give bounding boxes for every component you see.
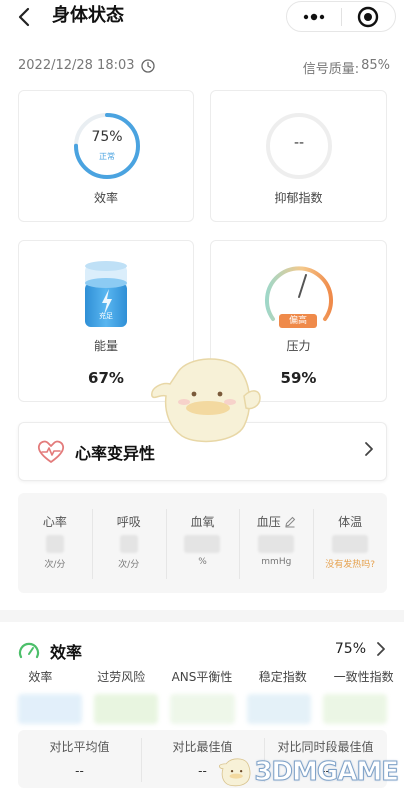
vital-name: 心率: [42, 515, 67, 529]
more-button[interactable]: [287, 2, 341, 31]
tab-efficiency[interactable]: 效率: [0, 668, 81, 685]
depression-card[interactable]: -- 抑郁指数: [210, 90, 387, 222]
vital-temperature[interactable]: 体温 没有发热吗?: [313, 493, 387, 593]
battery-icon: 充足: [83, 259, 129, 329]
blurred-chart: [94, 694, 159, 724]
tab-stability-index[interactable]: 稳定指数: [242, 668, 323, 685]
watermark-mascot-icon: [219, 758, 251, 787]
vital-name: 体温: [338, 515, 363, 529]
depression-ring: --: [264, 111, 334, 181]
vital-unit: mmHg: [261, 557, 292, 567]
gauge-icon: [18, 642, 40, 659]
watermark: 3DMGAME: [218, 752, 400, 792]
efficiency-status: 正常: [99, 152, 115, 161]
efficiency-label: 效率: [93, 191, 118, 205]
hidden-value: [184, 535, 221, 553]
blurred-mini-charts: [18, 694, 388, 724]
vitals-strip: 心率 次/分 呼吸 次/分 血氧 % 血压 mmHg 体温 没有发热吗?: [18, 493, 387, 593]
vital-blood-pressure[interactable]: 血压 mmHg: [239, 493, 313, 593]
mascot-sticker: [151, 358, 261, 443]
efficiency-panel-value: 75%: [334, 641, 366, 657]
blurred-chart: [246, 694, 311, 724]
tab-overwork-risk[interactable]: 过劳风险: [81, 668, 162, 685]
datetime-text: 2022/12/28 18:03: [18, 58, 135, 73]
signal-value: 85%: [361, 58, 390, 73]
chevron-left-icon: [18, 7, 30, 27]
vital-unit: %: [198, 557, 207, 567]
vital-heart-rate[interactable]: 心率 次/分: [18, 493, 92, 593]
hidden-value: [258, 535, 295, 553]
blurred-chart: [170, 694, 235, 724]
battery-tag: 充足: [99, 312, 113, 320]
chevron-right-icon: [365, 442, 373, 456]
vital-unit: 次/分: [44, 560, 66, 570]
vital-unit[interactable]: 没有发热吗?: [313, 557, 387, 570]
compare-average[interactable]: 对比平均值 --: [18, 730, 141, 788]
header-bar: 身体状态: [0, 0, 404, 34]
vital-blood-oxygen[interactable]: 血氧 %: [165, 493, 240, 593]
more-dots-icon: [303, 13, 325, 20]
top-area: 身体状态 2022/12/28 18:03 信号质量: 85% 75% 正常 效…: [0, 0, 404, 610]
depression-label: 抑郁指数: [274, 191, 323, 205]
hidden-value: [332, 535, 369, 553]
efficiency-ring-value: 75%: [91, 129, 123, 145]
vital-name: 呼吸: [116, 515, 141, 529]
efficiency-panel-title: 效率: [50, 643, 83, 662]
chevron-right-icon[interactable]: [376, 641, 386, 657]
mini-program-capsule: [286, 1, 396, 32]
depression-value: --: [293, 135, 305, 151]
signal-label: 信号质量:: [302, 62, 360, 77]
hidden-value: [119, 535, 138, 553]
clock-icon[interactable]: [140, 58, 155, 73]
close-mini-program-button[interactable]: [342, 2, 395, 31]
compare-title: 对比平均值: [49, 740, 110, 754]
blurred-chart: [322, 694, 388, 724]
vital-respiration[interactable]: 呼吸 次/分: [91, 493, 166, 593]
measurement-datetime: 2022/12/28 18:03: [18, 58, 155, 73]
signal-quality: 信号质量: 85%: [303, 58, 390, 77]
hidden-value: [45, 535, 64, 553]
page-title: 身体状态: [52, 5, 124, 26]
blurred-chart: [18, 694, 83, 724]
target-icon: [358, 6, 379, 27]
stress-badge: 偏高: [279, 314, 317, 328]
efficiency-tabs: 效率 过劳风险 ANS平衡性 稳定指数 一致性指数: [0, 668, 404, 685]
tab-ans-balance[interactable]: ANS平衡性: [162, 668, 243, 685]
efficiency-ring: 75% 正常: [72, 111, 142, 181]
efficiency-card[interactable]: 75% 正常 效率: [18, 90, 194, 222]
vital-name: 血压: [256, 515, 281, 529]
heart-pulse-icon: [37, 440, 65, 463]
hrv-title: 心率变异性: [75, 443, 156, 463]
compare-value: --: [75, 764, 84, 778]
vital-unit: 次/分: [118, 560, 140, 570]
tab-consistency-index[interactable]: 一致性指数: [323, 668, 404, 685]
back-button[interactable]: [12, 4, 36, 30]
edit-pencil-icon[interactable]: [284, 516, 296, 528]
vital-name: 血氧: [190, 515, 215, 529]
watermark-text: 3DMGAME: [254, 757, 400, 788]
